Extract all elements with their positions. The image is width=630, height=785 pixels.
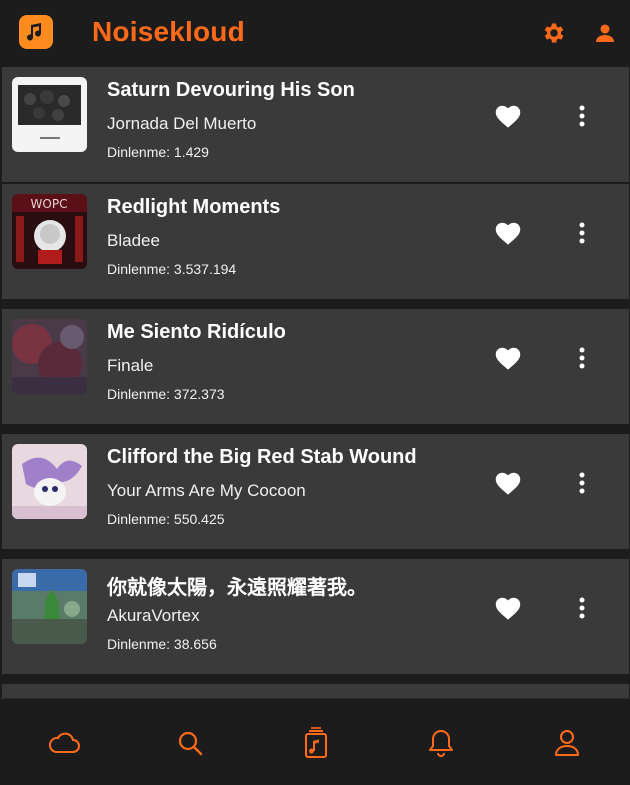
heart-icon[interactable] (493, 469, 523, 497)
heart-icon[interactable] (493, 219, 523, 247)
song-artist[interactable]: AkuraVortex (107, 606, 200, 626)
search-icon[interactable] (174, 727, 206, 759)
bell-notification-icon[interactable] (425, 727, 457, 759)
more-options-icon[interactable] (569, 343, 595, 373)
more-options-icon[interactable] (569, 101, 595, 131)
song-play-count: Dinlenme: 372.373 (107, 386, 225, 402)
album-cover-image (12, 77, 87, 152)
song-play-count: Dinlenme: 3.537.194 (107, 261, 237, 277)
song-title[interactable]: Me Siento Ridículo (107, 321, 286, 344)
song-play-count: Dinlenme: 38.656 (107, 636, 217, 652)
album-cover-image (12, 569, 87, 644)
settings-gear-icon[interactable] (540, 19, 568, 47)
song-list[interactable]: Saturn Devouring His Son Jornada Del Mue… (0, 67, 630, 698)
profile-icon[interactable] (551, 727, 583, 759)
song-title[interactable]: Redlight Moments (107, 196, 280, 219)
song-row[interactable]: WOPC Redlight Moments Bladee Dinlenme: 3… (2, 184, 629, 299)
app-header: Noisekloud (0, 0, 630, 67)
song-row-partial[interactable] (2, 684, 629, 698)
music-note-icon (27, 23, 41, 41)
bottom-navigation (0, 698, 630, 785)
song-artist[interactable]: Your Arms Are My Cocoon (107, 481, 306, 501)
album-cover-image (12, 319, 87, 394)
more-options-icon[interactable] (569, 593, 595, 623)
more-options-icon[interactable] (569, 468, 595, 498)
heart-icon[interactable] (493, 102, 523, 130)
song-title[interactable]: Saturn Devouring His Son (107, 79, 355, 102)
album-cover-image: WOPC (12, 194, 87, 269)
song-row[interactable]: Clifford the Big Red Stab Wound Your Arm… (2, 434, 629, 549)
song-artist[interactable]: Bladee (107, 231, 160, 251)
song-play-count: Dinlenme: 550.425 (107, 511, 225, 527)
cloud-icon[interactable] (48, 727, 80, 759)
song-artist[interactable]: Jornada Del Muerto (107, 114, 256, 134)
song-row[interactable]: Me Siento Ridículo Finale Dinlenme: 372.… (2, 309, 629, 424)
app-window: Noisekloud Saturn Devouring His Son Jorn… (0, 0, 630, 785)
song-row[interactable]: 你就像太陽，永遠照耀著我。 AkuraVortex Dinlenme: 38.6… (2, 559, 629, 674)
song-title[interactable]: Clifford the Big Red Stab Wound (107, 446, 417, 469)
heart-icon[interactable] (493, 594, 523, 622)
song-title[interactable]: 你就像太陽，永遠照耀著我。 (107, 571, 367, 600)
heart-icon[interactable] (493, 344, 523, 372)
song-artist[interactable]: Finale (107, 356, 153, 376)
album-cover-image (12, 444, 87, 519)
song-row[interactable]: Saturn Devouring His Son Jornada Del Mue… (2, 67, 629, 182)
more-options-icon[interactable] (569, 218, 595, 248)
svg-text:WOPC: WOPC (31, 197, 68, 211)
music-library-icon[interactable] (300, 727, 332, 759)
app-title: Noisekloud (92, 16, 245, 47)
song-play-count: Dinlenme: 1.429 (107, 144, 209, 160)
user-profile-icon[interactable] (591, 19, 619, 47)
app-logo[interactable] (19, 15, 53, 49)
